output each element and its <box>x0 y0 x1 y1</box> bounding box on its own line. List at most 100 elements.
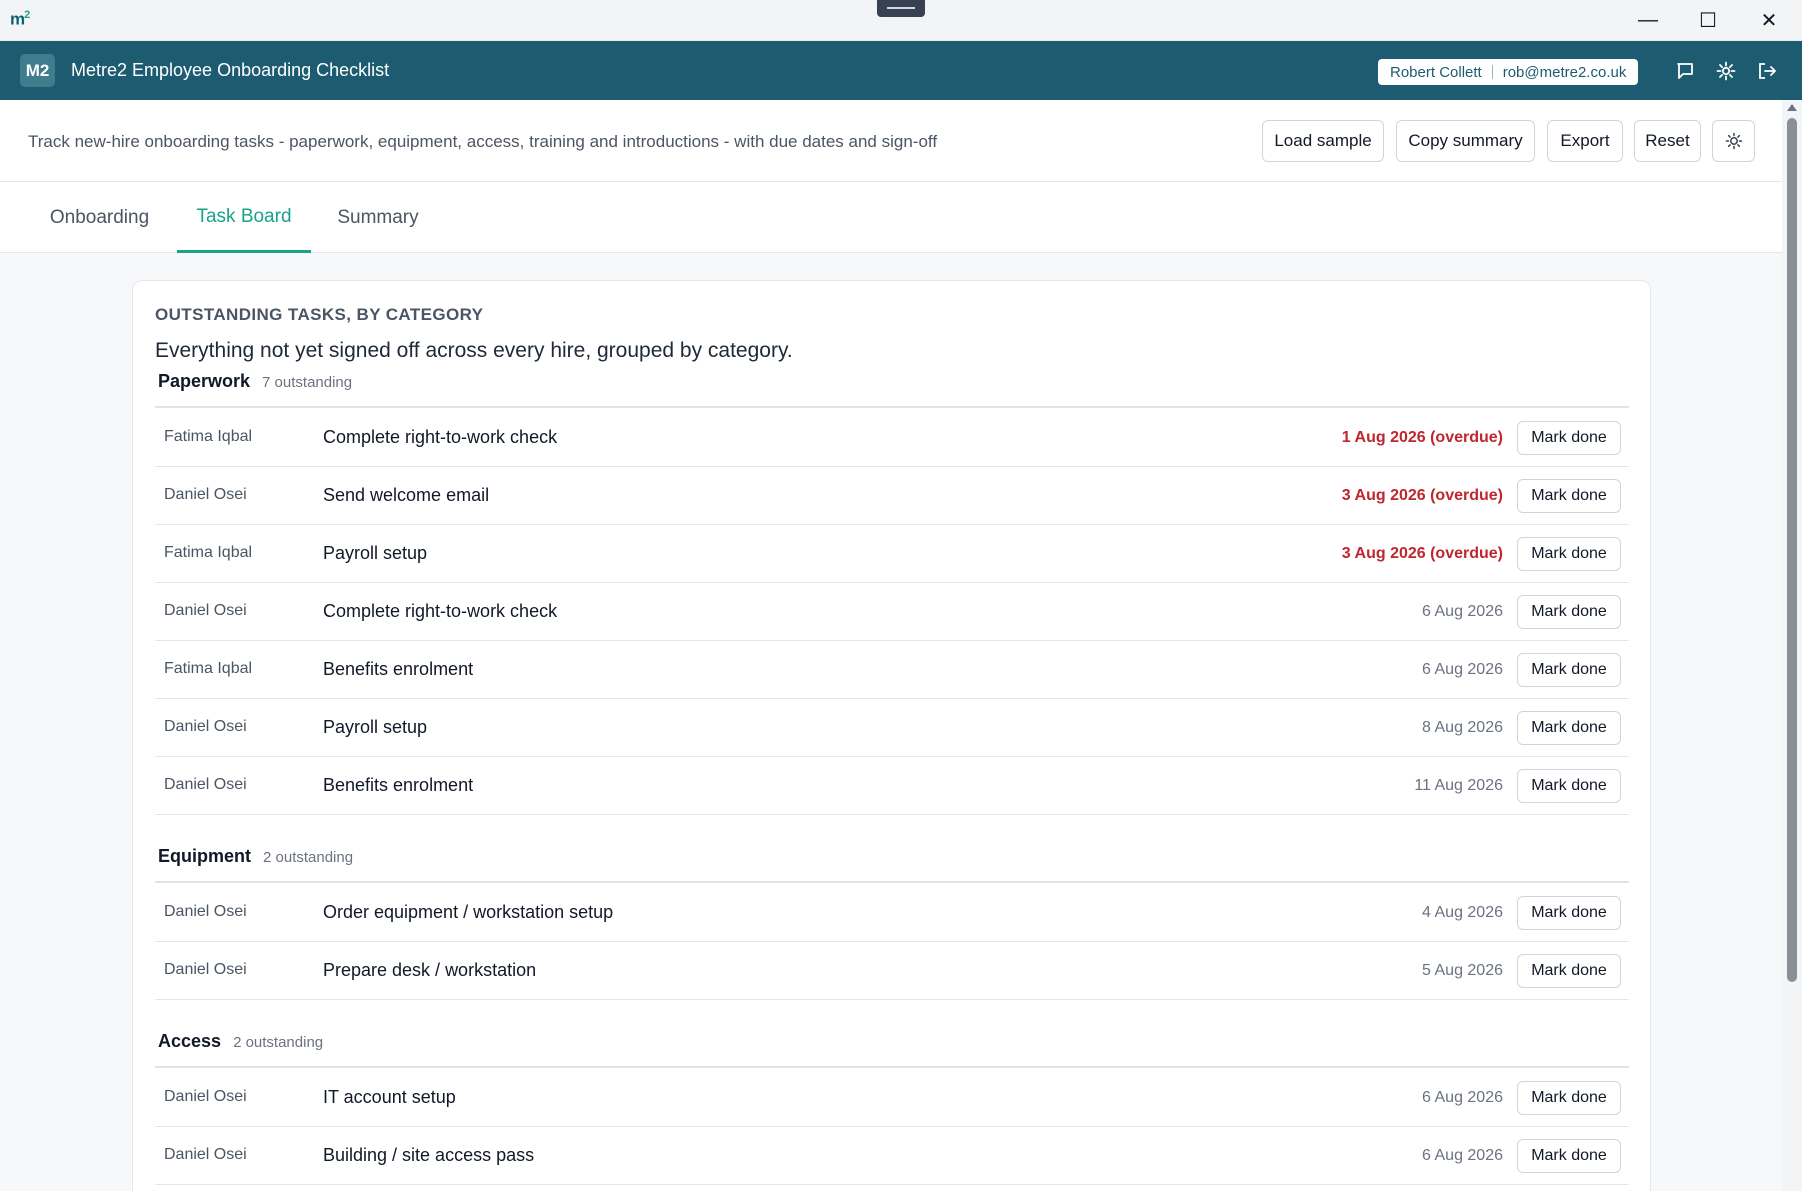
task-assignee: Daniel Osei <box>164 602 247 619</box>
task-name: Complete right-to-work check <box>323 601 558 621</box>
app-badge: M2 <box>20 54 55 87</box>
category-count: 2 outstanding <box>263 849 354 866</box>
task-name: Send welcome email <box>323 485 490 505</box>
user-chip[interactable]: Robert Collett rob@metre2.co.uk <box>1378 59 1639 85</box>
task-row: Daniel Osei Prepare desk / workstation 5 A… <box>155 943 1629 1000</box>
card-subtitle: Everything not yet signed off across eve… <box>155 339 793 362</box>
task-row: Fatima Iqbal Benefits enrolment 6 Aug 2026… <box>155 642 1629 699</box>
app-title: Metre2 Employee Onboarding Checklist <box>71 60 390 80</box>
mark-done-button[interactable]: Mark done <box>1517 1139 1621 1173</box>
user-email: rob@metre2.co.uk <box>1502 63 1627 81</box>
task-row: Fatima Iqbal Payroll setup 3 Aug 2026 (ove… <box>155 526 1629 583</box>
app-header: M2 Metre2 Employee Onboarding Checklist … <box>0 41 1802 100</box>
task-assignee: Fatima Iqbal <box>164 544 253 561</box>
tab-onboarding[interactable]: Onboarding <box>28 183 171 253</box>
task-name: Benefits enrolment <box>323 775 474 795</box>
task-name: Complete right-to-work check <box>323 427 558 447</box>
gear-icon[interactable] <box>1713 58 1739 84</box>
task-due-date: 6 Aug 2026 <box>1422 1089 1503 1106</box>
mark-done-button[interactable]: Mark done <box>1517 711 1621 745</box>
category-header: Equipment 2 outstanding <box>155 846 1629 883</box>
task-due-date: 8 Aug 2026 <box>1422 719 1503 736</box>
category-name: Access <box>158 1031 222 1051</box>
task-assignee: Fatima Iqbal <box>164 660 253 677</box>
minimize-button[interactable]: — <box>1625 0 1671 40</box>
user-name: Robert Collett <box>1390 63 1482 81</box>
scroll-thumb[interactable] <box>1787 118 1797 982</box>
task-assignee: Daniel Osei <box>164 961 247 978</box>
task-name: IT account setup <box>323 1087 456 1107</box>
task-name: Order equipment / workstation setup <box>323 902 614 922</box>
task-name: Payroll setup <box>323 543 428 563</box>
chat-icon[interactable] <box>1672 58 1698 84</box>
toolbar: Track new-hire onboarding tasks - paperw… <box>0 100 1782 182</box>
task-assignee: Fatima Iqbal <box>164 428 253 445</box>
task-due-date: 6 Aug 2026 <box>1422 661 1503 678</box>
maximize-icon: ☐ <box>1699 9 1717 32</box>
task-due-date: 5 Aug 2026 <box>1422 962 1503 979</box>
category-header: Access 2 outstanding <box>155 1031 1629 1068</box>
content-area: OUTSTANDING TASKS, BY CATEGORY Everythin… <box>0 253 1782 1191</box>
theme-toggle-button[interactable] <box>1712 120 1755 162</box>
category-count: 7 outstanding <box>262 374 353 391</box>
task-assignee: Daniel Osei <box>164 1146 247 1163</box>
task-row: Daniel Osei Order equipment / workstation… <box>155 885 1629 942</box>
task-assignee: Daniel Osei <box>164 776 247 793</box>
load-sample-button[interactable]: Load sample <box>1262 120 1384 162</box>
mark-done-button[interactable]: Mark done <box>1517 1081 1621 1115</box>
logout-icon[interactable] <box>1754 58 1780 84</box>
task-due-date: 6 Aug 2026 <box>1422 1147 1503 1164</box>
reset-button[interactable]: Reset <box>1634 120 1701 162</box>
close-window-button[interactable]: ✕ <box>1746 0 1792 40</box>
user-chip-divider <box>1491 65 1493 79</box>
app-description: Track new-hire onboarding tasks - paperw… <box>28 132 938 151</box>
task-row: Fatima Iqbal Complete right-to-work check… <box>155 410 1629 467</box>
close-icon: ✕ <box>1760 9 1778 32</box>
task-due-date: 6 Aug 2026 <box>1422 603 1503 620</box>
app-logo-icon: m2 <box>10 9 30 29</box>
task-assignee: Daniel Osei <box>164 903 247 920</box>
category-count: 2 outstanding <box>233 1034 324 1051</box>
task-row: Daniel Osei Complete right-to-work check 6… <box>155 584 1629 641</box>
export-button[interactable]: Export <box>1547 120 1623 162</box>
category-name: Paperwork <box>158 371 251 391</box>
tab-task-board[interactable]: Task Board <box>177 183 311 253</box>
mark-done-button[interactable]: Mark done <box>1517 537 1621 571</box>
task-name: Building / site access pass <box>323 1145 535 1165</box>
task-due-date: 1 Aug 2026 (overdue) <box>1341 429 1503 446</box>
task-assignee: Daniel Osei <box>164 1088 247 1105</box>
category-name: Equipment <box>158 846 251 866</box>
mark-done-button[interactable]: Mark done <box>1517 421 1621 455</box>
sun-icon <box>1725 132 1742 150</box>
copy-summary-button[interactable]: Copy summary <box>1396 120 1535 162</box>
window-title-bar: m2 — ☐ ✕ <box>0 0 1802 41</box>
mark-done-button[interactable]: Mark done <box>1517 954 1621 988</box>
task-name: Prepare desk / workstation <box>323 960 537 980</box>
window-drag-handle[interactable] <box>877 0 925 17</box>
task-name: Benefits enrolment <box>323 659 474 679</box>
task-due-date: 4 Aug 2026 <box>1422 904 1503 921</box>
maximize-button[interactable]: ☐ <box>1685 0 1731 40</box>
task-due-date: 3 Aug 2026 (overdue) <box>1341 545 1503 562</box>
mark-done-button[interactable]: Mark done <box>1517 653 1621 687</box>
task-row: Daniel Osei Benefits enrolment 11 Aug 2026… <box>155 758 1629 815</box>
task-name: Payroll setup <box>323 717 428 737</box>
category-header: Paperwork 7 outstanding <box>155 371 1629 408</box>
mark-done-button[interactable]: Mark done <box>1517 595 1621 629</box>
task-assignee: Daniel Osei <box>164 718 247 735</box>
minimize-icon: — <box>1638 8 1658 31</box>
card-eyebrow: OUTSTANDING TASKS, BY CATEGORY <box>155 305 484 324</box>
task-board-card: OUTSTANDING TASKS, BY CATEGORY Everythin… <box>132 280 1651 1191</box>
mark-done-button[interactable]: Mark done <box>1517 769 1621 803</box>
tab-bar: Onboarding Task Board Summary <box>0 183 1782 253</box>
tab-summary[interactable]: Summary <box>318 183 438 253</box>
mark-done-button[interactable]: Mark done <box>1517 479 1621 513</box>
task-row: Daniel Osei Building / site access pass 6 … <box>155 1128 1629 1185</box>
task-row: Daniel Osei Send welcome email 3 Aug 2026 … <box>155 468 1629 525</box>
task-assignee: Daniel Osei <box>164 486 247 503</box>
task-due-date: 3 Aug 2026 (overdue) <box>1341 487 1503 504</box>
mark-done-button[interactable]: Mark done <box>1517 896 1621 930</box>
scroll-up-icon[interactable] <box>1787 104 1797 111</box>
scrollbar[interactable] <box>1782 100 1802 1191</box>
task-due-date: 11 Aug 2026 <box>1414 777 1503 794</box>
